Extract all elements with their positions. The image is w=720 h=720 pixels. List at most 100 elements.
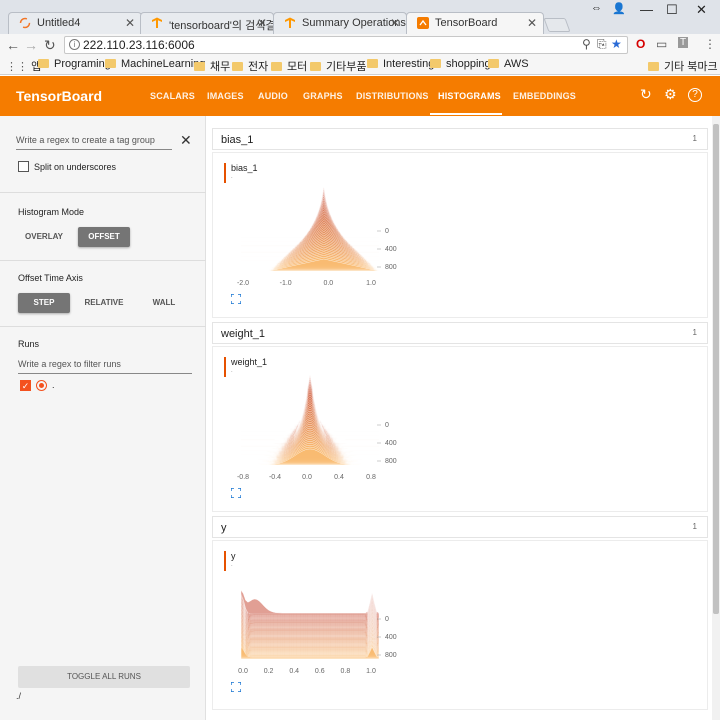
url-text: 222.110.23.116:6006: [83, 38, 195, 52]
relative-button[interactable]: RELATIVE: [78, 293, 130, 313]
category-header[interactable]: y 1: [212, 516, 708, 538]
resize-icon[interactable]: ⇔: [591, 2, 602, 14]
extension-t-icon[interactable]: T: [678, 37, 689, 48]
close-icon[interactable]: ✕: [125, 16, 135, 30]
bookmark-folder[interactable]: 기타부품: [310, 58, 366, 74]
offset-button[interactable]: OFFSET: [78, 227, 130, 247]
tab-audio[interactable]: AUDIO: [258, 91, 288, 101]
step-button[interactable]: STEP: [18, 293, 70, 313]
y-tick-label: 0: [385, 616, 389, 623]
bookmark-star-icon[interactable]: ★: [611, 37, 622, 51]
y-tick-label: 0: [385, 422, 389, 429]
tab-histograms[interactable]: HISTOGRAMS: [438, 91, 501, 101]
category-count: 1: [692, 522, 697, 531]
category-title: bias_1: [221, 134, 254, 146]
browser-tab-tensorboard[interactable]: TensorBoard ✕: [406, 12, 544, 35]
tab-scalars[interactable]: SCALARS: [150, 91, 195, 101]
sidebar: ✕ Split on underscores Histogram Mode OV…: [0, 116, 206, 720]
run-color-radio[interactable]: [36, 380, 47, 391]
split-underscores-label: Split on underscores: [34, 162, 117, 172]
x-tick-label: -1.0: [280, 280, 292, 287]
tab-graphs[interactable]: GRAPHS: [303, 91, 343, 101]
tensorboard-icon: [417, 17, 429, 29]
x-tick-label: 0.8: [366, 474, 376, 481]
close-icon[interactable]: ✕: [257, 16, 267, 30]
divider: [0, 260, 206, 261]
bookmark-folder[interactable]: 전자: [232, 58, 268, 74]
new-tab-button[interactable]: [543, 18, 571, 32]
browser-tab-title: TensorBoard: [435, 17, 498, 29]
tag-regex-input[interactable]: [16, 130, 172, 150]
category-count: 1: [692, 328, 697, 337]
run-checkbox[interactable]: ✓: [20, 380, 31, 391]
x-tick-label: 0.0: [238, 668, 248, 675]
expand-icon[interactable]: [231, 488, 241, 498]
page-scrollbar[interactable]: [712, 116, 720, 720]
overlay-button[interactable]: OVERLAY: [18, 227, 70, 247]
folder-icon: [488, 59, 499, 68]
tab-distributions[interactable]: DISTRIBUTIONS: [356, 91, 429, 101]
histogram-ridge: [240, 190, 380, 230]
tab-images[interactable]: IMAGES: [207, 91, 244, 101]
extension-icon[interactable]: ▭: [656, 37, 667, 51]
menu-icon[interactable]: ⋮: [704, 37, 716, 51]
jupyter-icon: [19, 17, 31, 29]
minimize-icon[interactable]: —: [640, 2, 653, 17]
back-icon[interactable]: ←: [6, 37, 20, 53]
folder-icon: [271, 62, 282, 71]
translate-icon[interactable]: ⎘: [597, 37, 607, 52]
other-bookmarks[interactable]: 기타 북마크: [648, 58, 718, 74]
category-header[interactable]: weight_1 1: [212, 322, 708, 344]
maximize-icon[interactable]: ☐: [666, 2, 678, 18]
reload-icon[interactable]: ↻: [44, 37, 56, 54]
y-tick-label: 400: [385, 246, 397, 253]
category-header[interactable]: bias_1 1: [212, 128, 708, 150]
folder-icon: [310, 62, 321, 71]
info-icon[interactable]: i: [69, 39, 80, 50]
run-filter-input[interactable]: [18, 354, 192, 374]
divider: [0, 326, 206, 327]
zoom-icon[interactable]: ⚲: [582, 37, 591, 51]
tensorboard-toolbar: TensorBoard SCALARS IMAGES AUDIO GRAPHS …: [0, 76, 720, 116]
y-tick-label: 400: [385, 634, 397, 641]
y-tick-label: 800: [385, 264, 397, 271]
help-icon[interactable]: ?: [688, 88, 702, 102]
apps-bookmark[interactable]: ⋮⋮ 앱: [6, 58, 41, 74]
bookmark-folder[interactable]: Programing: [38, 58, 111, 70]
bookmark-folder[interactable]: 모터: [271, 58, 307, 74]
histogram-chart: 0.0 0.2 0.4 0.6 0.8 1.0 0 400 800: [238, 589, 397, 675]
run-name: .: [52, 380, 55, 390]
x-tick-label: 0.4: [334, 474, 344, 481]
expand-icon[interactable]: [231, 294, 241, 304]
split-underscores-checkbox[interactable]: [18, 161, 29, 172]
y-tick-label: 0: [385, 228, 389, 235]
wall-button[interactable]: WALL: [138, 293, 190, 313]
browser-tab-search[interactable]: 'tensorboard'의 검색결과 ✕: [140, 12, 274, 34]
opera-icon[interactable]: O: [636, 37, 645, 51]
user-icon[interactable]: 👤: [612, 2, 626, 15]
bookmark-folder[interactable]: shopping: [430, 58, 491, 70]
bookmark-folder[interactable]: MachineLearning: [105, 58, 205, 70]
bookmarks-bar: ⋮⋮ 앱 Programing MachineLearning 채무 전자 모터…: [0, 56, 720, 75]
scroll-thumb[interactable]: [713, 124, 719, 614]
expand-icon[interactable]: [231, 682, 241, 692]
bookmark-folder[interactable]: AWS: [488, 58, 529, 70]
clear-icon[interactable]: ✕: [180, 132, 192, 149]
gear-icon[interactable]: ⚙: [664, 86, 677, 103]
folder-icon: [105, 59, 116, 68]
browser-tab-bar: Untitled4 ✕ 'tensorboard'의 검색결과 ✕ Summar…: [0, 0, 720, 35]
refresh-icon[interactable]: ↻: [640, 86, 652, 103]
close-icon[interactable]: ✕: [390, 16, 400, 30]
x-tick-label: 0.6: [315, 668, 325, 675]
histogram-ridge: [240, 197, 380, 234]
toggle-all-runs-button[interactable]: TOGGLE ALL RUNS: [18, 666, 190, 688]
browser-tab-untitled4[interactable]: Untitled4 ✕: [8, 12, 142, 34]
close-icon[interactable]: ✕: [527, 16, 537, 30]
browser-tab-summary[interactable]: Summary Operations | Te ✕: [273, 12, 407, 34]
bookmark-folder[interactable]: Interesting: [367, 58, 434, 70]
bookmark-folder[interactable]: 채무: [194, 58, 230, 74]
tab-embeddings[interactable]: EMBEDDINGS: [513, 91, 576, 101]
close-window-icon[interactable]: ✕: [696, 2, 707, 18]
url-field[interactable]: i 222.110.23.116:6006: [64, 36, 628, 54]
forward-icon[interactable]: →: [24, 37, 38, 53]
